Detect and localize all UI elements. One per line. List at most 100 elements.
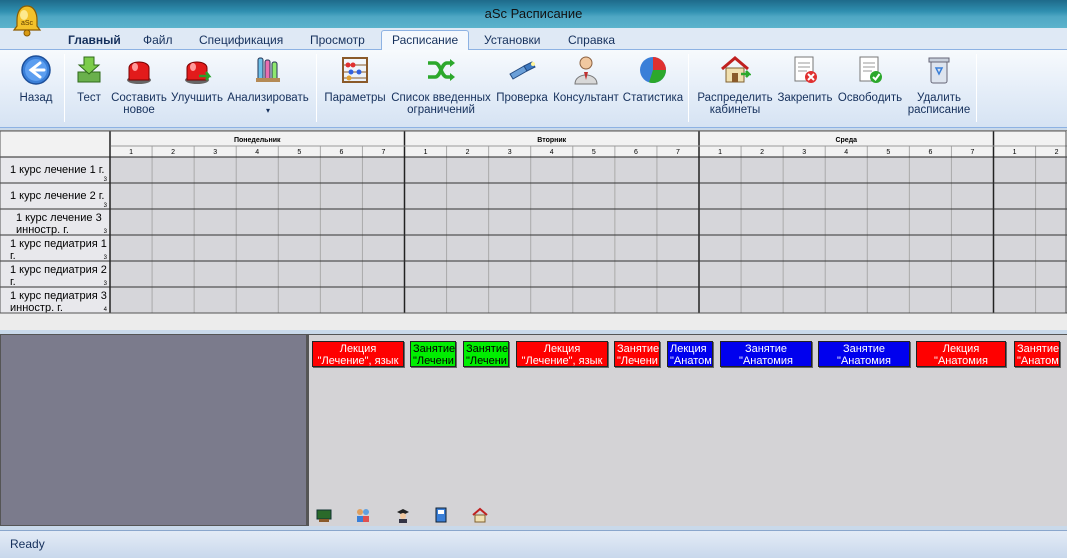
period-header: 4 [844, 149, 848, 156]
tab-specification[interactable]: Спецификация [199, 31, 283, 50]
student-icon[interactable] [395, 507, 411, 523]
house-icon [721, 56, 751, 83]
status-text: Ready [10, 537, 45, 551]
unplaced-cards-area[interactable]: Лекция "Лечение", язык Занятие "Лечени Занят… [307, 334, 1067, 526]
lesson-card-subject: "Лечение", язык [317, 355, 399, 367]
improve-siren-icon [185, 61, 212, 84]
lesson-card-subject: "Анатом [670, 355, 712, 367]
ribbon-tabs: Главный Файл Спецификация Просмотр Распи… [0, 28, 1067, 51]
period-header: 5 [886, 149, 890, 156]
lesson-card-type: Лекция [339, 343, 377, 355]
rooms-icon[interactable] [472, 507, 488, 523]
lesson-card-subject: "Лечение", язык [521, 355, 603, 367]
period-header: 2 [1055, 149, 1059, 156]
lesson-card-type: Занятие [413, 343, 456, 355]
period-header: 2 [466, 149, 470, 156]
day-header: Среда [835, 137, 857, 144]
class-row-label: 1 курс лечение 2 г. [10, 190, 104, 202]
lesson-card-subject: "Анатомия [934, 355, 988, 367]
lesson-card-type: Занятие [617, 343, 660, 355]
lesson-card[interactable]: Лекция "Анатом [667, 341, 713, 367]
period-header: 5 [592, 149, 596, 156]
delete-label-1: Удалить [917, 92, 961, 104]
class-row-label: 1 курс педиатрия 3 [10, 290, 107, 302]
period-header: 7 [676, 149, 680, 156]
tab-settings[interactable]: Установки [484, 31, 540, 50]
period-header: 6 [634, 149, 638, 156]
lesson-card[interactable]: Лекция "Анатомия [916, 341, 1006, 367]
lesson-card[interactable]: Занятие "Анатом [1014, 341, 1060, 367]
class-row-label: 1 курс лечение 1 г. [10, 164, 104, 176]
check-button[interactable]: Проверка [494, 54, 550, 104]
class-row-label: 1 курс педиатрия 2 [10, 264, 107, 276]
period-header: 2 [171, 149, 175, 156]
parameters-button[interactable]: Параметры [324, 54, 386, 104]
lesson-card-subject: "Анатомия [739, 355, 793, 367]
tab-file[interactable]: Файл [143, 31, 173, 50]
dropdown-arrow-icon[interactable]: ▾ [266, 106, 270, 115]
ribbon-separator [64, 54, 65, 122]
period-header: 4 [550, 149, 554, 156]
constraints-list-button[interactable]: Список введенных ограничений [390, 54, 492, 116]
window-title: aSc Расписание [484, 6, 583, 21]
period-header: 2 [760, 149, 764, 156]
recycle-bin-icon [928, 57, 950, 84]
improve-label: Улучшить [171, 92, 223, 104]
lesson-card-subject: "Лечени [413, 355, 454, 367]
tab-view[interactable]: Просмотр [310, 31, 365, 50]
period-header: 3 [508, 149, 512, 156]
period-header: 3 [802, 149, 806, 156]
teachers-icon[interactable] [355, 507, 371, 523]
improve-button[interactable]: Улучшить [170, 54, 224, 104]
lesson-card[interactable]: Занятие "Анатомия [720, 341, 812, 367]
lesson-card[interactable]: Лекция "Лечение", язык [312, 341, 404, 367]
period-header: 1 [718, 149, 722, 156]
timetable-grid-svg[interactable]: Понедельник 1 2 3 4 5 6 7 Вторник 1 2 3 4 5 6 7 Среда 1 2 3… [0, 131, 1067, 331]
filter-panel[interactable] [0, 334, 307, 526]
back-arrow-icon [21, 55, 51, 85]
tab-help[interactable]: Справка [568, 31, 615, 50]
lesson-card-type: Занятие [842, 343, 886, 355]
period-header: 5 [297, 149, 301, 156]
svg-text:aSc: aSc [21, 20, 34, 27]
test-button[interactable]: Тест [72, 54, 106, 104]
tab-timetable[interactable]: Расписание [381, 30, 470, 51]
assign-rooms-label-1: Распределить [697, 92, 773, 104]
lesson-card[interactable]: Занятие "Лечени [614, 341, 660, 367]
lesson-card[interactable]: Занятие "Анатомия [818, 341, 910, 367]
lock-button[interactable]: Закрепить [775, 54, 835, 104]
parameters-label: Параметры [324, 92, 386, 104]
day-header: Вторник [537, 137, 566, 144]
test-download-icon [77, 56, 101, 83]
lesson-card[interactable]: Занятие "Лечени [463, 341, 509, 367]
app-window: aSc Расписание aSc Главный Файл Специфик… [0, 0, 1067, 558]
back-button[interactable]: Назад [16, 54, 56, 104]
timetable-grid[interactable]: Понедельник 1 2 3 4 5 6 7 Вторник 1 2 3 4 5 6 7 Среда 1 2 3… [0, 130, 1067, 330]
grid-header-bg [0, 131, 1067, 157]
back-label: Назад [19, 92, 53, 104]
day-header: Понедельник [234, 137, 281, 144]
ribbon-separator [688, 54, 689, 122]
ribbon-separator [316, 54, 317, 122]
free-button[interactable]: Освободить [837, 54, 903, 104]
abacus-icon [342, 57, 368, 83]
lesson-card[interactable]: Лекция "Лечение", язык [516, 341, 608, 367]
subjects-icon[interactable] [433, 507, 449, 523]
lesson-card-type: Занятие [744, 343, 788, 355]
pie-chart-icon [640, 57, 667, 84]
lesson-card[interactable]: Занятие "Лечени [410, 341, 456, 367]
analyze-button[interactable]: Анализировать ▾ [226, 54, 310, 117]
delete-timetable-button[interactable]: Удалить расписание [906, 54, 972, 116]
create-new-button[interactable]: Составить новое [110, 54, 168, 116]
app-menu-bell-icon[interactable]: aSc [12, 4, 42, 38]
flashlight-icon [509, 61, 536, 80]
assign-rooms-button[interactable]: Распределить кабинеты [696, 54, 774, 116]
free-label: Освободить [837, 92, 903, 104]
classes-icon[interactable] [316, 507, 332, 523]
lesson-card-type: Лекция [942, 343, 980, 355]
consultant-button[interactable]: Консультант [552, 54, 620, 104]
statistics-button[interactable]: Статистика [622, 54, 684, 104]
tab-main[interactable]: Главный [68, 31, 121, 50]
analyze-label: Анализировать [227, 92, 309, 104]
create-new-label-1: Составить [111, 92, 167, 104]
